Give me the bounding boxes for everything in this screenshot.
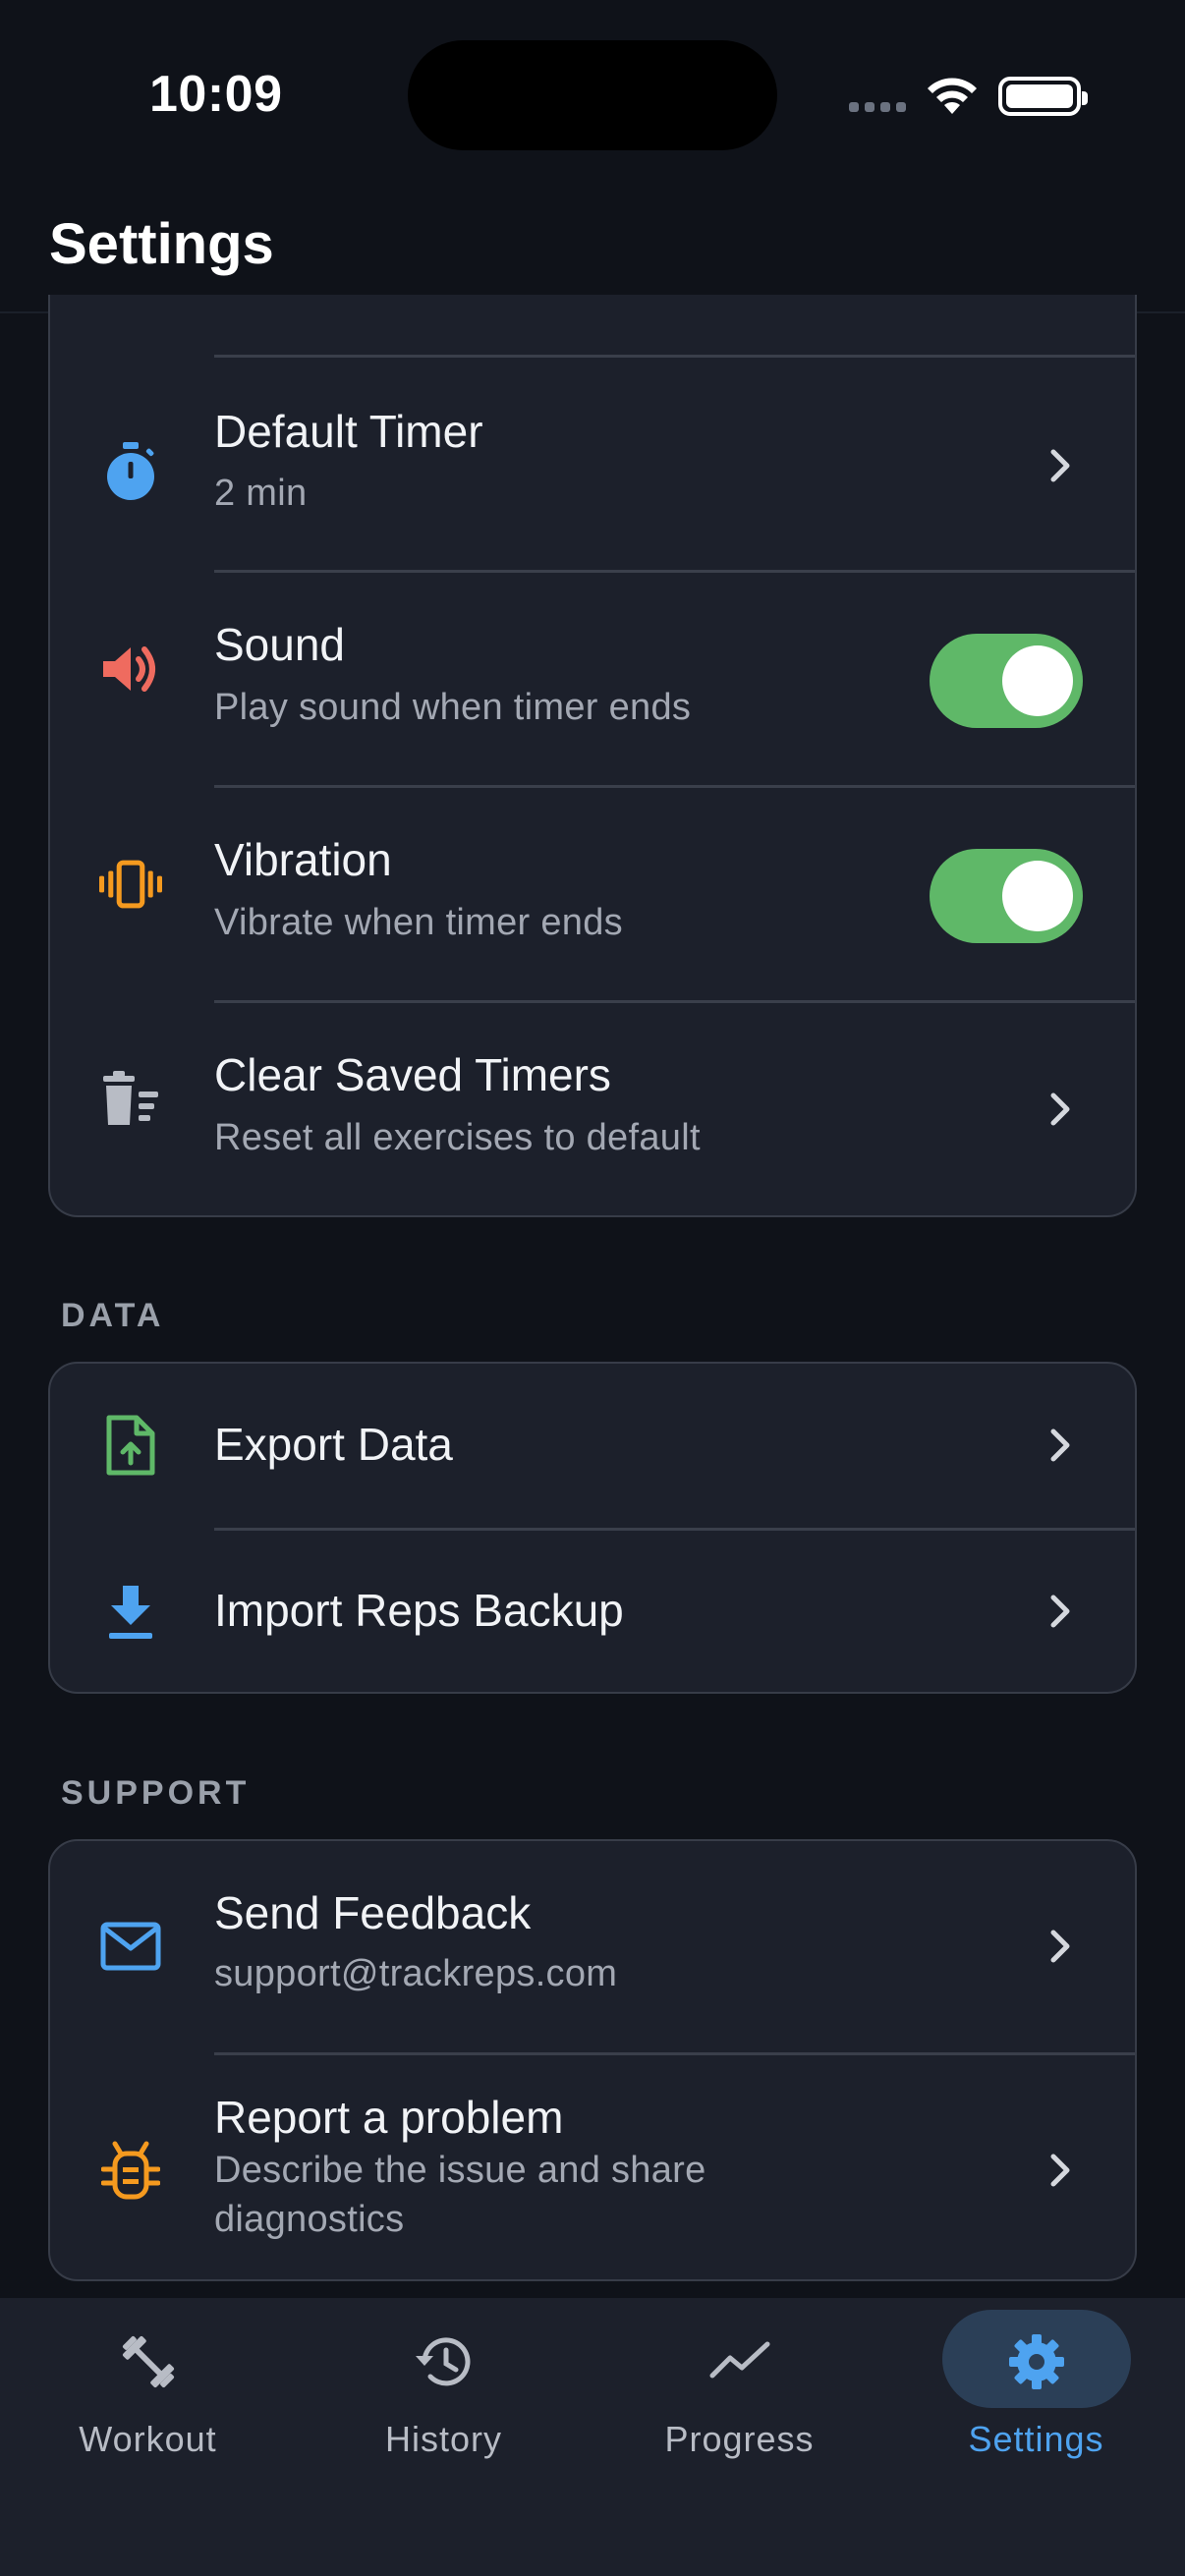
dynamic-island: [408, 40, 777, 150]
bug-icon: [99, 2140, 162, 2203]
vibration-toggle[interactable]: [930, 849, 1083, 943]
sound-title: Sound: [214, 619, 346, 670]
download-icon: [99, 1580, 162, 1643]
send-feedback-title: Send Feedback: [214, 1887, 532, 1938]
chevron-right-icon: [1041, 1090, 1080, 1129]
section-label-data: DATA: [61, 1297, 165, 1334]
tab-history-label: History: [384, 2419, 502, 2459]
sound-toggle[interactable]: [930, 634, 1083, 728]
import-reps-backup-row[interactable]: Import Reps Backup: [50, 1531, 1135, 1692]
section-label-support: SUPPORT: [61, 1774, 251, 1812]
bottom-tab-bar: Workout History Progress Settings: [0, 2298, 1185, 2576]
sound-row: Sound Play sound when timer ends: [50, 573, 1135, 785]
vibration-title: Vibration: [214, 834, 392, 885]
report-problem-subtitle-line2: diagnostics: [214, 2199, 405, 2240]
vibration-row: Vibration Vibrate when timer ends: [50, 788, 1135, 1000]
sound-subtitle: Play sound when timer ends: [214, 687, 692, 728]
speaker-icon: [99, 638, 162, 700]
data-card: Export Data Import Reps Backup: [48, 1362, 1137, 1694]
report-problem-row[interactable]: Report a problem Describe the issue and …: [50, 2055, 1135, 2279]
vibration-subtitle: Vibrate when timer ends: [214, 902, 623, 943]
tab-history[interactable]: History: [296, 2298, 592, 2494]
import-reps-backup-title: Import Reps Backup: [214, 1585, 624, 1636]
stopwatch-icon: [99, 440, 162, 503]
chevron-right-icon: [1041, 446, 1080, 485]
page-title: Settings: [49, 212, 274, 276]
report-problem-title: Report a problem: [214, 2092, 564, 2143]
tab-settings[interactable]: Settings: [888, 2298, 1184, 2494]
clear-saved-timers-row[interactable]: Clear Saved Timers Reset all exercises t…: [50, 1003, 1135, 1215]
export-data-title: Export Data: [214, 1419, 453, 1470]
cellular-signal-icon: [849, 102, 906, 112]
tab-workout[interactable]: Workout: [0, 2298, 296, 2494]
chevron-right-icon: [1041, 2151, 1080, 2190]
send-feedback-email: support@trackreps.com: [214, 1953, 618, 1994]
chevron-right-icon: [1041, 1927, 1080, 1966]
default-timer-title: Default Timer: [214, 406, 483, 457]
timer-settings-card: Default Timer 2 min Sound Play sound whe…: [48, 295, 1137, 1217]
trend-line-icon: [705, 2327, 774, 2396]
send-feedback-row[interactable]: Send Feedback support@trackreps.com: [50, 1841, 1135, 2052]
history-icon: [410, 2327, 479, 2396]
battery-icon: [998, 77, 1088, 116]
tab-settings-label: Settings: [968, 2419, 1104, 2459]
wifi-icon: [928, 78, 977, 114]
gear-icon: [1002, 2327, 1071, 2396]
status-bar: 10:09 Settings: [0, 0, 1185, 276]
clear-saved-timers-title: Clear Saved Timers: [214, 1049, 611, 1100]
default-timer-row[interactable]: Default Timer 2 min: [50, 358, 1135, 570]
dumbbell-icon: [114, 2327, 183, 2396]
support-card: Send Feedback support@trackreps.com Repo…: [48, 1839, 1137, 2281]
export-data-row[interactable]: Export Data: [50, 1364, 1135, 1528]
file-upload-icon: [99, 1414, 162, 1477]
trash-sweep-icon: [99, 1068, 162, 1131]
tab-progress-label: Progress: [664, 2419, 815, 2459]
chevron-right-icon: [1041, 1592, 1080, 1631]
vibration-icon: [99, 853, 162, 916]
status-time: 10:09: [149, 66, 283, 123]
clear-saved-timers-subtitle: Reset all exercises to default: [214, 1117, 701, 1158]
tab-progress[interactable]: Progress: [592, 2298, 887, 2494]
default-timer-value: 2 min: [214, 473, 308, 514]
mail-icon: [99, 1915, 162, 1978]
chevron-right-icon: [1041, 1426, 1080, 1465]
report-problem-subtitle-line1: Describe the issue and share: [214, 2150, 706, 2191]
tab-workout-label: Workout: [79, 2419, 217, 2459]
